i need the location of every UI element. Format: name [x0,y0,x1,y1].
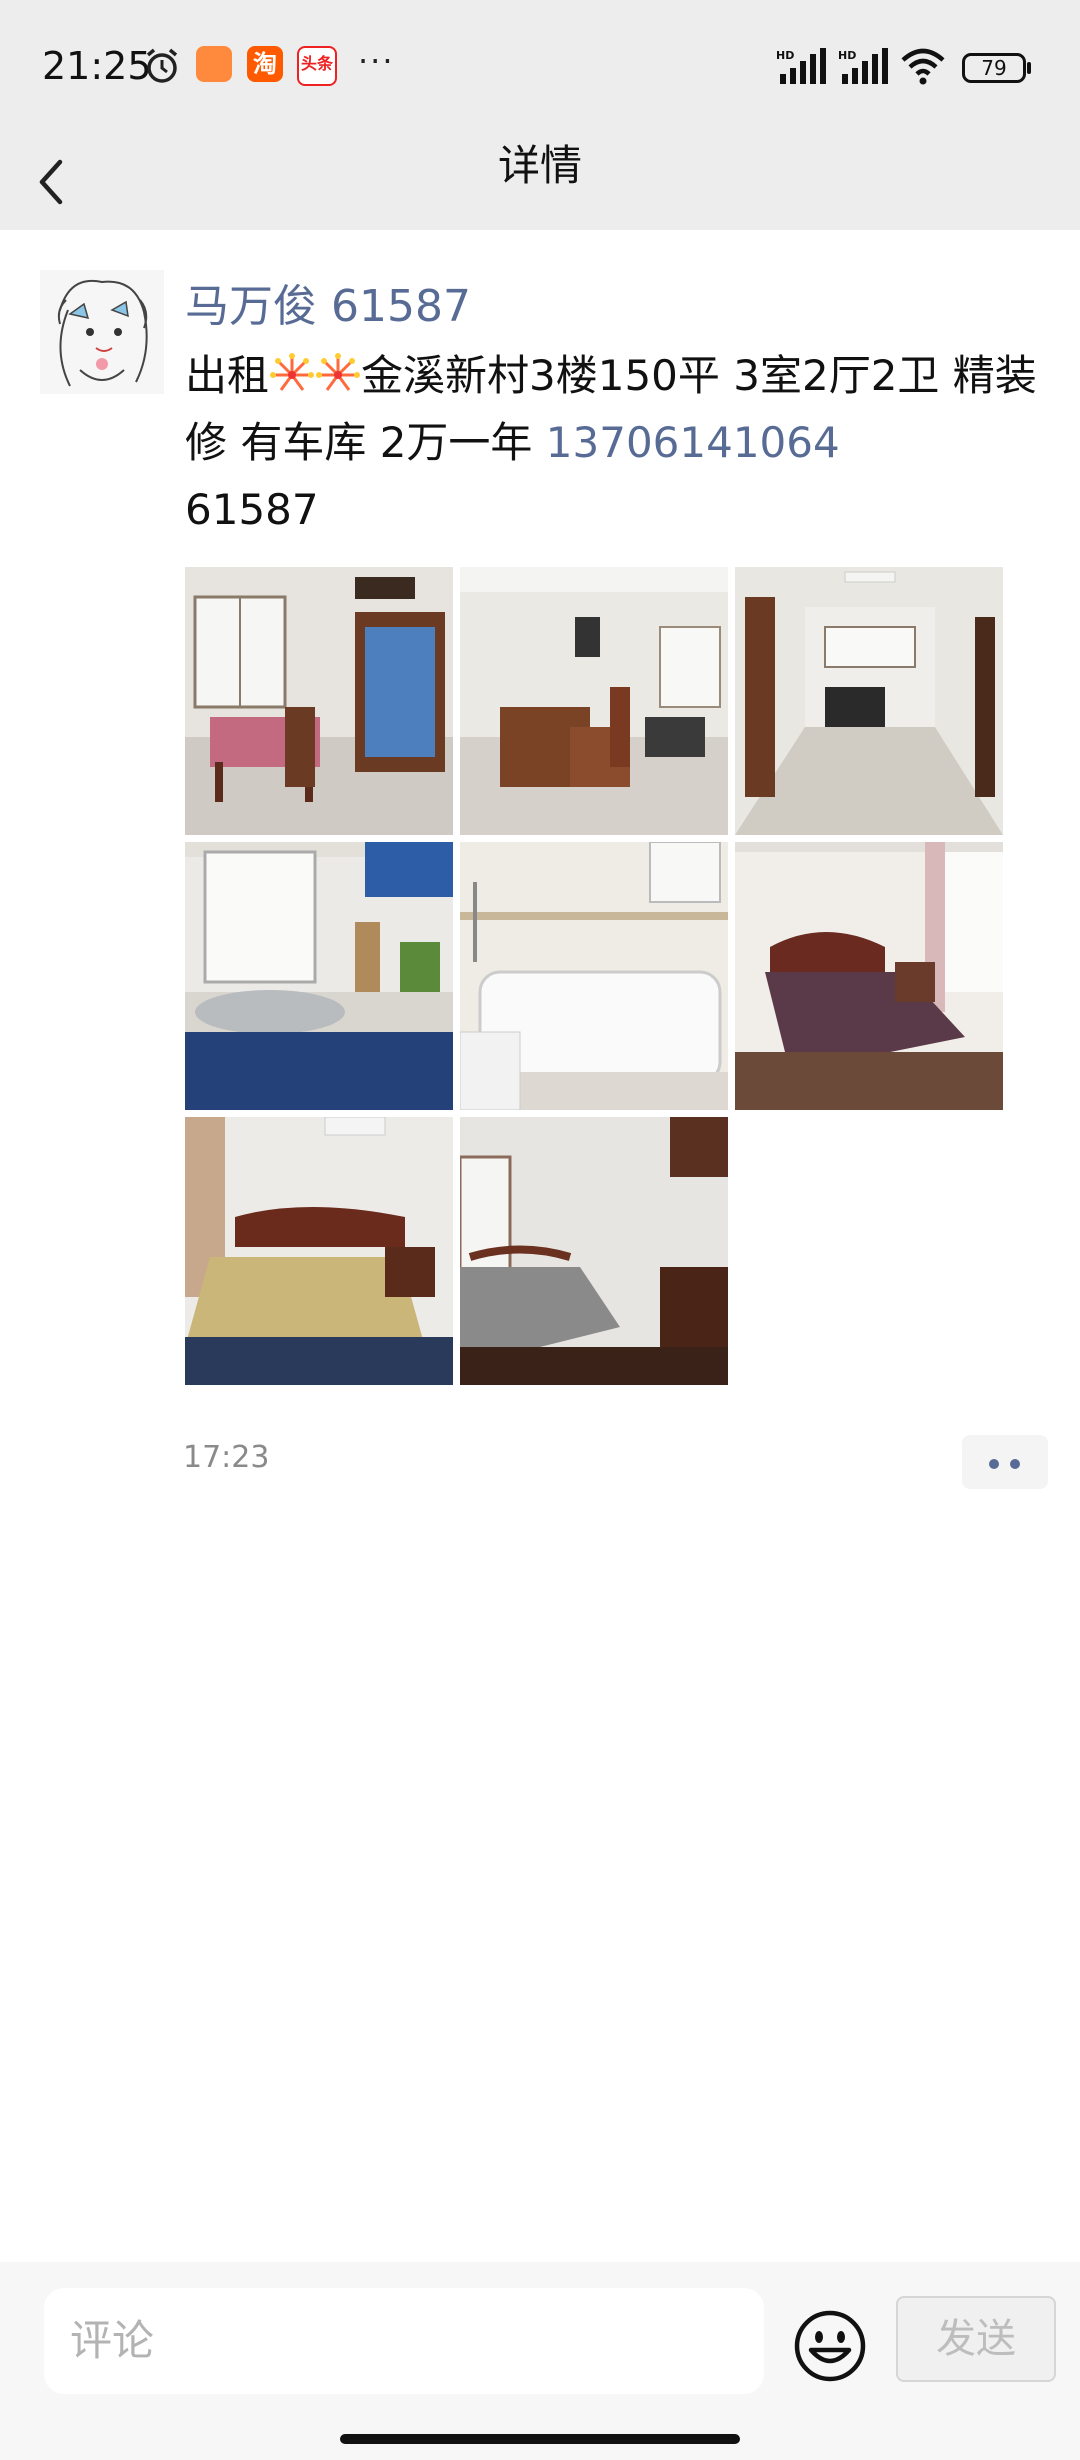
photo-dining-room[interactable] [185,567,453,835]
comment-bar: 评论 发送 [0,2262,1080,2460]
post-text: 出租 金溪新村3楼150平 3室2厅2卫 精装修 有车库 2万一年 1370614… [185,342,1065,543]
signal-icon: HD [776,48,826,84]
send-button[interactable]: 发送 [896,2296,1056,2382]
chevron-left-icon[interactable] [30,142,110,222]
signal-icon: HD [838,48,888,84]
more-options-button[interactable] [962,1435,1048,1489]
comment-input[interactable]: 评论 [44,2288,764,2394]
photo-living-room[interactable] [460,567,728,835]
page-title: 详情 [0,136,1080,230]
avatar[interactable] [40,270,164,394]
post-time: 17:23 [183,1440,270,1475]
photo-bathtub[interactable] [460,842,728,1110]
phone-link[interactable]: 13706141064 [546,418,840,467]
title-bar: 详情 [0,136,1080,230]
photo-kitchen[interactable] [185,842,453,1110]
page-title-text: 详情 [497,141,582,190]
more-dot [989,1459,999,1469]
battery-icon: 79 [962,53,1026,83]
avatar-drawing [40,270,164,394]
toutiao-icon: 头条 [297,46,337,86]
author-name[interactable]: 马万俊 61587 [185,270,471,334]
alarm-icon [146,48,178,83]
smiley-icon[interactable] [792,2308,868,2384]
wifi-icon [901,48,945,85]
shopping-app-icon [196,46,232,82]
more-dot [1010,1459,1020,1469]
status-time: 21:25 [42,44,152,88]
battery-tip [1027,62,1031,74]
post-text-start: 出租 [185,351,270,400]
status-bar: 21:25 淘 头条 ··· HD HD 79 [0,0,1080,136]
photo-bedroom-3[interactable] [460,1117,728,1385]
fireworks-emoji [270,353,315,391]
photo-hallway[interactable] [735,567,1003,835]
post-text-end: 61587 [185,485,319,534]
photo-bedroom-2[interactable] [185,1117,453,1385]
photo-bedroom-1[interactable] [735,842,1003,1110]
svg-text:HD: HD [838,49,856,62]
taobao-icon: 淘 [247,46,283,82]
fireworks-emoji [316,353,361,391]
svg-text:HD: HD [776,49,794,62]
status-more-icon: ··· [358,42,395,80]
home-indicator[interactable] [340,2434,740,2444]
